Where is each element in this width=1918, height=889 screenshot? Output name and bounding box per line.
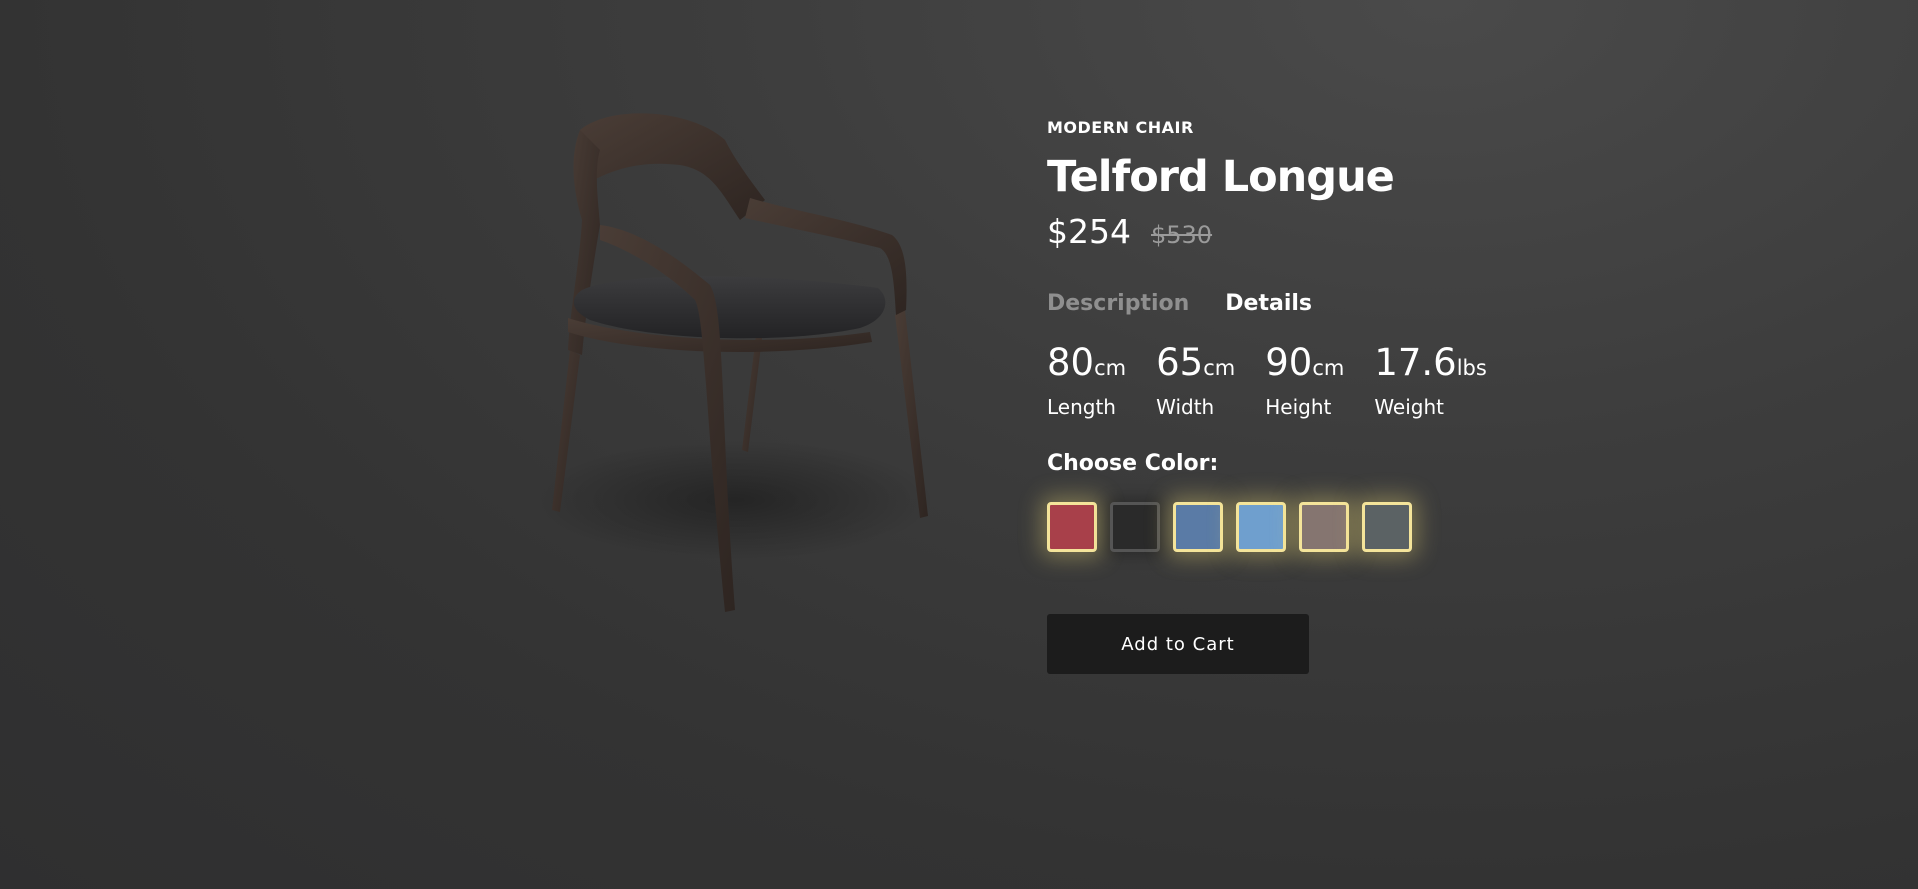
product-category: MODERN CHAIR — [1047, 118, 1194, 137]
spec-length-label: Length — [1047, 395, 1116, 419]
spec-weight-label: Weight — [1374, 395, 1445, 419]
swatch-taupe[interactable] — [1299, 502, 1349, 552]
original-price: $530 — [1150, 221, 1213, 249]
product-image — [520, 110, 960, 630]
spec-width-unit: cm — [1203, 356, 1236, 380]
tab-description[interactable]: Description — [1047, 290, 1189, 318]
spec-weight-value: 17.6 lbs — [1374, 341, 1487, 390]
swatch-red[interactable] — [1047, 502, 1097, 552]
spec-width: 65 cm Width — [1156, 341, 1235, 420]
product-details: MODERN CHAIR Telford Longue $254 $530 De… — [1047, 118, 1607, 674]
info-tabs: Description Details — [1047, 290, 1607, 318]
spec-height: 90 cm Height — [1265, 341, 1344, 420]
spec-height-label: Height — [1265, 395, 1332, 419]
spec-length-unit: cm — [1094, 356, 1127, 380]
spec-length-number: 80 — [1047, 341, 1095, 384]
swatch-black[interactable] — [1110, 502, 1160, 552]
spec-length: 80 cm Length — [1047, 341, 1126, 420]
color-swatches — [1047, 502, 1607, 552]
swatch-denim[interactable] — [1173, 502, 1223, 552]
spec-weight-unit: lbs — [1456, 356, 1487, 380]
spec-height-unit: cm — [1312, 356, 1345, 380]
spec-width-label: Width — [1156, 395, 1215, 419]
spec-width-number: 65 — [1156, 341, 1204, 384]
product-page: MODERN CHAIR Telford Longue $254 $530 De… — [0, 0, 1918, 889]
chair-illustration — [535, 113, 935, 612]
swatch-light-blue[interactable] — [1236, 502, 1286, 552]
spec-height-value: 90 cm — [1265, 341, 1344, 390]
price-row: $254 $530 — [1047, 212, 1607, 252]
add-to-cart-button[interactable]: Add to Cart — [1047, 614, 1309, 674]
current-price: $254 — [1047, 212, 1131, 251]
color-picker-label: Choose Color: — [1047, 451, 1219, 476]
spec-length-value: 80 cm — [1047, 341, 1126, 390]
spec-weight: 17.6 lbs Weight — [1374, 341, 1487, 420]
spec-height-number: 90 — [1265, 341, 1313, 384]
product-title: Telford Longue — [1047, 152, 1395, 202]
spec-list: 80 cm Length 65 cm Width 90 cm Height 17… — [1047, 341, 1607, 420]
swatch-slate[interactable] — [1362, 502, 1412, 552]
spec-width-value: 65 cm — [1156, 341, 1235, 390]
tab-details[interactable]: Details — [1225, 290, 1312, 318]
spec-weight-number: 17.6 — [1374, 341, 1457, 384]
